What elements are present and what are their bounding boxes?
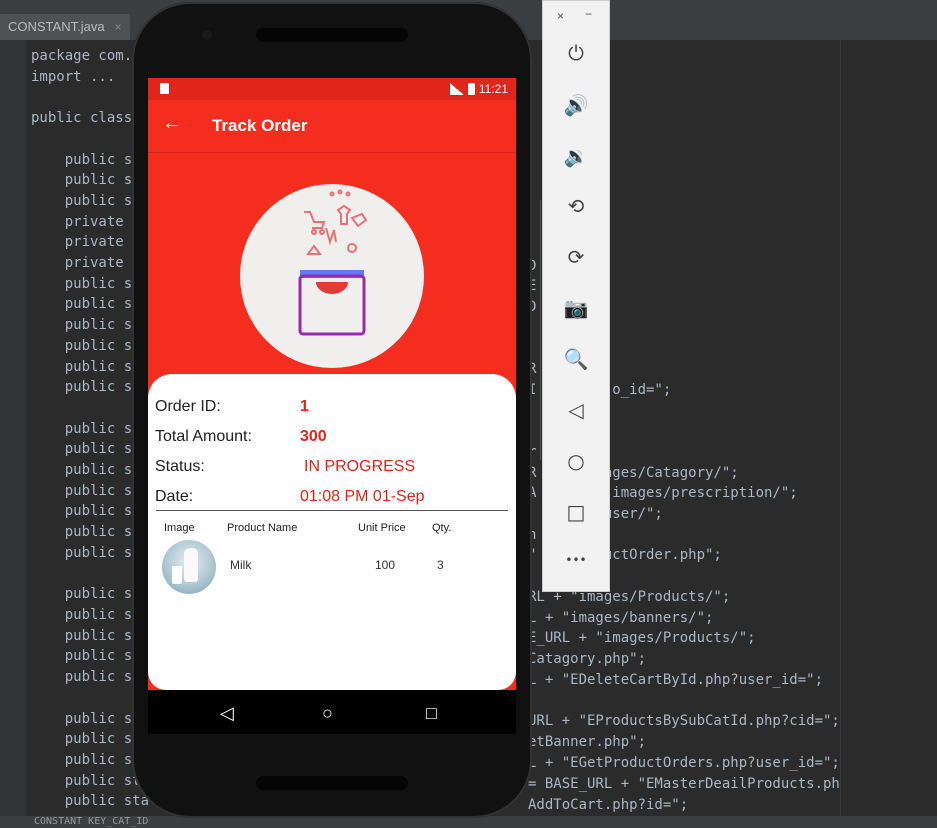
milk-glass-icon bbox=[172, 566, 182, 584]
divider bbox=[156, 510, 508, 511]
volume-down-icon[interactable]: 🔉 bbox=[543, 144, 609, 168]
rotate-left-icon[interactable]: ⟲ bbox=[543, 194, 609, 218]
status-time: 11:21 bbox=[478, 82, 508, 96]
back-arrow-icon[interactable]: ← bbox=[162, 112, 182, 135]
zoom-icon[interactable]: 🔍 bbox=[543, 347, 609, 371]
indent-guide bbox=[540, 200, 541, 460]
column-header-product-name: Product Name bbox=[227, 522, 298, 534]
power-icon[interactable]: ⏻ bbox=[543, 41, 609, 65]
back-icon[interactable]: ◁ bbox=[543, 398, 609, 422]
android-nav-bar: ◁ ○ □ bbox=[148, 690, 516, 734]
date-label: Date: bbox=[155, 488, 194, 505]
order-details-card: Order ID: 1 Total Amount: 300 Status: IN… bbox=[148, 374, 516, 690]
quantity: 3 bbox=[437, 558, 444, 572]
close-icon[interactable]: × bbox=[115, 14, 122, 40]
milk-bottle-icon bbox=[184, 548, 198, 582]
more-icon[interactable]: ••• bbox=[543, 553, 609, 567]
overview-icon[interactable]: □ bbox=[543, 500, 609, 524]
editor-gutter bbox=[0, 40, 26, 828]
emulator-toolbar: × − ⏻ 🔊 🔉 ⟲ ⟳ 📷 🔍 ◁ ○ □ ••• bbox=[542, 0, 610, 592]
minimize-icon[interactable]: − bbox=[585, 7, 592, 21]
signal-icon bbox=[449, 83, 464, 95]
product-image bbox=[162, 540, 216, 594]
column-header-image: Image bbox=[164, 522, 195, 534]
rotate-right-icon[interactable]: ⟳ bbox=[543, 245, 609, 269]
date-value: 01:08 PM 01-Sep bbox=[300, 488, 425, 505]
page-title: Track Order bbox=[212, 116, 308, 135]
code-line: L + "EDeleteCartById.php?user_id="; bbox=[528, 672, 824, 688]
shopping-box-icon bbox=[298, 189, 368, 336]
status-label: Status: bbox=[155, 458, 205, 475]
nav-home-icon[interactable]: ○ bbox=[322, 703, 333, 724]
total-amount-value: 300 bbox=[300, 428, 327, 445]
editor-tab-label: CONSTANT.java bbox=[8, 19, 105, 34]
code-line: E_URL + "images/Products/"; bbox=[528, 630, 756, 646]
camera-icon[interactable]: 📷 bbox=[543, 296, 609, 320]
column-header-qty: Qty. bbox=[432, 522, 452, 534]
order-id-label: Order ID: bbox=[155, 398, 221, 415]
volume-up-icon[interactable]: 🔊 bbox=[543, 93, 609, 117]
column-header-unit-price: Unit Price bbox=[358, 522, 406, 534]
total-amount-label: Total Amount: bbox=[155, 428, 252, 445]
code-line: L + "images/banners/"; bbox=[528, 610, 714, 626]
phone-frame: 11:21 ← Track Order Order ID: 1 Total Am… bbox=[132, 2, 532, 818]
code-line: etBanner.php"; bbox=[528, 734, 647, 750]
nav-back-icon[interactable]: ◁ bbox=[220, 703, 234, 724]
editor-tab[interactable]: CONSTANT.java × bbox=[0, 14, 130, 40]
close-icon[interactable]: × bbox=[557, 9, 564, 23]
code-line: URL + "EProductsBySubCatId.php?cid="; bbox=[528, 713, 840, 729]
status-badge: IN PROGRESS bbox=[304, 458, 416, 475]
order-id-value: 1 bbox=[300, 398, 309, 415]
app-bar: ← Track Order bbox=[148, 100, 516, 153]
code-line: Catagory.php"; bbox=[528, 651, 647, 667]
camera bbox=[202, 30, 212, 40]
speaker-grille bbox=[256, 28, 408, 42]
home-icon[interactable]: ○ bbox=[543, 449, 609, 473]
unit-price: 100 bbox=[375, 558, 396, 572]
battery-icon bbox=[467, 83, 475, 95]
product-name: Milk bbox=[230, 558, 252, 572]
code-line: L + "EGetProductOrders.php?user_id="; bbox=[528, 755, 840, 771]
editor-right-margin bbox=[840, 40, 937, 816]
phone-screen: 11:21 ← Track Order Order ID: 1 Total Am… bbox=[148, 78, 516, 734]
code-line: public stat bbox=[31, 793, 158, 810]
nav-recents-icon[interactable]: □ bbox=[426, 703, 437, 724]
sd-card-icon bbox=[160, 83, 169, 94]
order-illustration bbox=[240, 184, 424, 368]
status-bar: 11:21 bbox=[148, 78, 516, 100]
code-line: AddToCart.php?id="; bbox=[528, 797, 689, 813]
speaker-grille-bottom bbox=[256, 776, 408, 790]
